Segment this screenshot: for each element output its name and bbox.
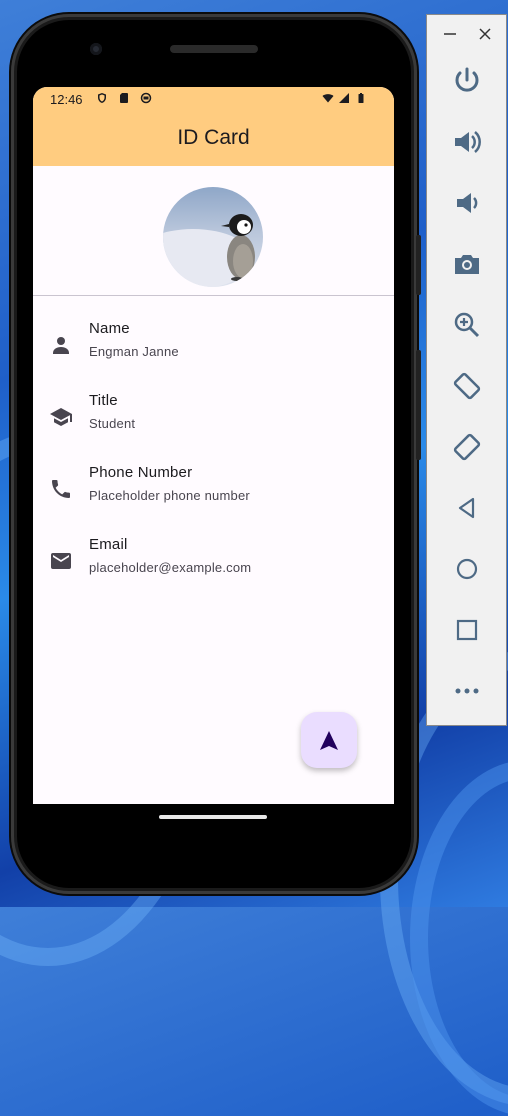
cellular-signal-icon (339, 93, 349, 103)
info-value: placeholder@example.com (89, 560, 252, 575)
school-icon (50, 408, 72, 426)
app-screen: 12:46 ID Card Name Engman Janne Title St… (33, 87, 394, 804)
penguin-chick-image (163, 214, 255, 287)
overview-icon[interactable] (451, 614, 483, 646)
sd-card-icon (120, 93, 128, 103)
info-value: Engman Janne (89, 344, 179, 359)
more-icon[interactable] (451, 675, 483, 707)
info-row-title: Title Student (33, 392, 394, 452)
person-icon (53, 337, 69, 354)
minimize-icon[interactable] (441, 25, 459, 43)
app-bar: 12:46 ID Card (33, 87, 394, 166)
phone-icon (52, 480, 70, 498)
shield-icon (98, 93, 106, 103)
back-icon[interactable] (451, 492, 483, 524)
navigation-icon (320, 731, 338, 750)
gesture-home-handle[interactable] (159, 815, 267, 819)
header-divider (33, 295, 394, 296)
info-row-name: Name Engman Janne (33, 320, 394, 380)
info-label: Name (89, 320, 130, 337)
email-icon (51, 553, 71, 569)
info-label: Email (89, 536, 128, 553)
navigation-fab[interactable] (301, 712, 357, 768)
status-time: 12:46 (50, 92, 83, 107)
front-camera (90, 43, 102, 55)
page-title: ID Card (177, 126, 250, 149)
camera-icon[interactable] (451, 248, 483, 280)
battery-icon (358, 93, 364, 103)
info-value: Student (89, 416, 136, 431)
phone-side-button (416, 235, 421, 295)
circle-status-icon (140, 92, 152, 104)
info-row-email: Email placeholder@example.com (33, 536, 394, 596)
info-value: Placeholder phone number (89, 488, 250, 503)
status-bar: 12:46 (33, 87, 394, 111)
info-label: Title (89, 392, 118, 409)
zoom-in-icon[interactable] (451, 309, 483, 341)
power-icon[interactable] (451, 65, 483, 97)
wifi-icon (322, 94, 334, 103)
rotate-right-icon[interactable] (451, 431, 483, 463)
info-label: Phone Number (89, 464, 193, 481)
close-icon[interactable] (476, 25, 494, 43)
home-icon[interactable] (451, 553, 483, 585)
emulator-control-panel (426, 14, 507, 726)
info-row-phone: Phone Number Placeholder phone number (33, 464, 394, 524)
gesture-nav-area (33, 804, 394, 844)
volume-down-icon[interactable] (451, 187, 483, 219)
earpiece-speaker (170, 45, 258, 53)
profile-avatar (163, 187, 263, 287)
volume-up-icon[interactable] (451, 126, 483, 158)
phone-side-button (416, 350, 421, 460)
rotate-left-icon[interactable] (451, 370, 483, 402)
